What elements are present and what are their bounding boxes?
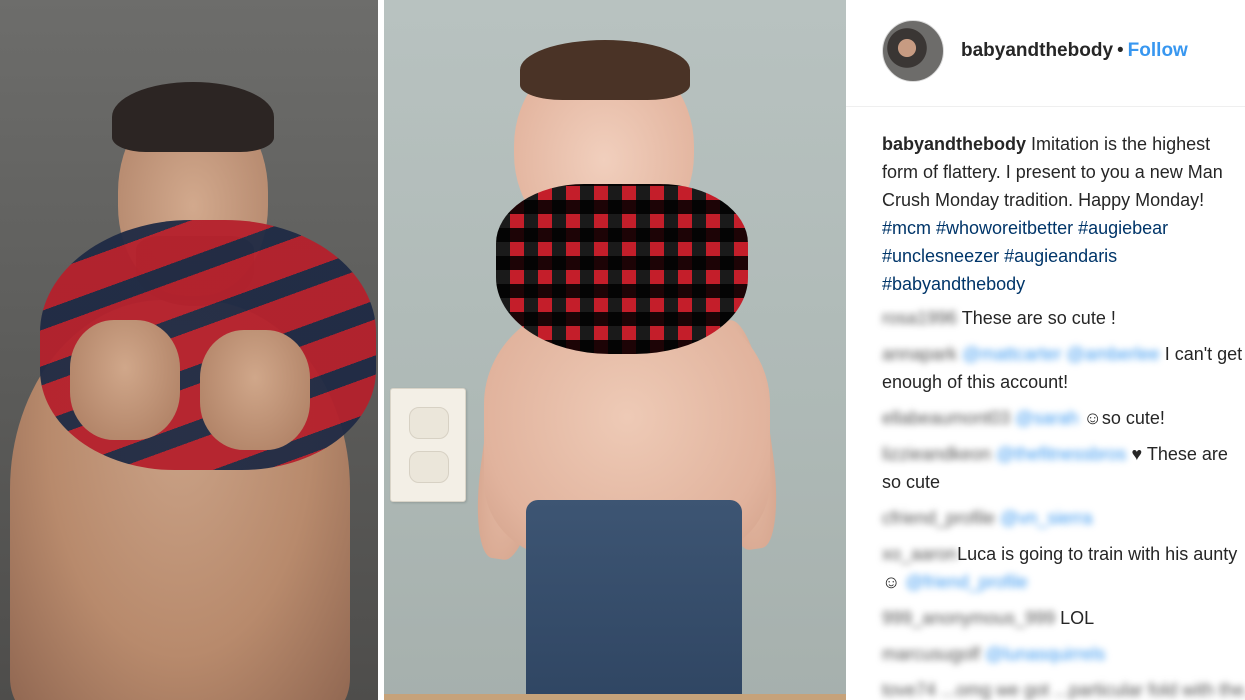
hashtag[interactable]: #mcm xyxy=(882,214,931,242)
wall-outlet-icon xyxy=(390,388,466,502)
caption-username[interactable]: babyandthebody xyxy=(882,134,1026,154)
comment-row: annapark @mattcarter @amberlee I can't g… xyxy=(882,340,1245,396)
hashtag-line: #babyandthebody xyxy=(882,270,1245,298)
hashtag[interactable]: #whoworeitbetter xyxy=(936,214,1073,242)
outlet-socket xyxy=(409,407,449,439)
comment-username[interactable]: annapark xyxy=(882,340,957,368)
comment-username[interactable]: tove74 xyxy=(882,676,936,700)
heart-emoji-icon: ♥ xyxy=(1131,444,1143,464)
baby-jeans xyxy=(526,500,742,700)
separator-dot: • xyxy=(1117,40,1124,61)
baby-hair xyxy=(520,40,690,100)
comment-mention[interactable]: @thefitnessbros xyxy=(996,440,1126,468)
comment-username[interactable]: marcusugolf xyxy=(882,640,980,668)
follow-button[interactable]: Follow xyxy=(1128,40,1188,61)
comment-text: ...omg we got ...particular fold with th… xyxy=(941,680,1245,700)
post-caption: babyandthebody Imitation is the highest … xyxy=(882,130,1245,298)
comment-row: lizzieandkeon @thefitnessbros ♥ These ar… xyxy=(882,440,1245,496)
comment-username[interactable]: lizzieandkeon xyxy=(882,440,991,468)
outlet-socket xyxy=(409,451,449,483)
comment-username[interactable]: cfriend_profile xyxy=(882,504,995,532)
comment-username[interactable]: rosa1996 xyxy=(882,304,957,332)
hashtag[interactable]: #augiebear xyxy=(1078,214,1168,242)
comment-row: marcusugolf @lunasquirrels xyxy=(882,640,1245,668)
photo-right-baby xyxy=(384,0,846,700)
comment-username[interactable]: ellabeaumont03 xyxy=(882,404,1010,432)
comment-row: ellabeaumont03 @sarah ☺so cute! xyxy=(882,404,1245,432)
avatar[interactable] xyxy=(882,20,944,82)
comment-text: LOL xyxy=(1060,608,1095,628)
smile-emoji-icon: ☺ xyxy=(882,572,901,592)
smile-emoji-icon: ☺ xyxy=(1083,408,1102,428)
hashtag-line: #unclesneezer #augieandaris xyxy=(882,242,1245,270)
comment-row: 999_anonymous_999 LOL xyxy=(882,604,1245,632)
hashtag[interactable]: #babyandthebody xyxy=(882,270,1025,298)
comments-list: babyandthebody Imitation is the highest … xyxy=(882,130,1245,700)
comment-text: These are so cute ! xyxy=(961,308,1116,328)
post-header: babyandthebody • Follow xyxy=(846,0,1245,107)
comment-username[interactable]: 999_anonymous_999 xyxy=(882,604,1055,632)
post-image[interactable] xyxy=(0,0,846,700)
comment-row: tove74 ...omg we got ...particular fold … xyxy=(882,676,1245,700)
comment-text: so cute! xyxy=(1101,408,1165,428)
hashtag[interactable]: #unclesneezer xyxy=(882,242,999,270)
floor xyxy=(384,694,846,700)
comment-mention[interactable]: @vn_sierra xyxy=(1000,504,1092,532)
man-hand-left xyxy=(70,320,180,440)
comment-mention[interactable]: @sarah xyxy=(1015,404,1078,432)
comment-mention[interactable]: @lunasquirrels xyxy=(985,640,1105,668)
comment-row: rosa1996 These are so cute ! xyxy=(882,304,1245,332)
comment-text: Luca is going to train with his aunty xyxy=(957,544,1238,564)
post-sidebar: babyandthebody • Follow babyandthebody Imi… xyxy=(846,0,1245,700)
man-hand-right xyxy=(200,330,310,450)
comment-row: cfriend_profile @vn_sierra xyxy=(882,504,1245,532)
comment-username[interactable]: xo_aaron xyxy=(882,540,957,568)
man-hair xyxy=(112,82,274,152)
hashtag[interactable]: #augieandaris xyxy=(1004,242,1117,270)
header-username[interactable]: babyandthebody xyxy=(961,40,1113,61)
comment-mention[interactable]: @friend_profile xyxy=(905,568,1027,596)
photo-left-man xyxy=(0,0,378,700)
comment-row: xo_aaronLuca is going to train with his … xyxy=(882,540,1245,596)
baby-scarf xyxy=(496,184,748,354)
header-line: babyandthebody • Follow xyxy=(961,40,1188,62)
comment-mention[interactable]: @mattcarter @amberlee xyxy=(962,340,1160,368)
hashtag-line: #mcm #whoworeitbetter #augiebear xyxy=(882,214,1245,242)
